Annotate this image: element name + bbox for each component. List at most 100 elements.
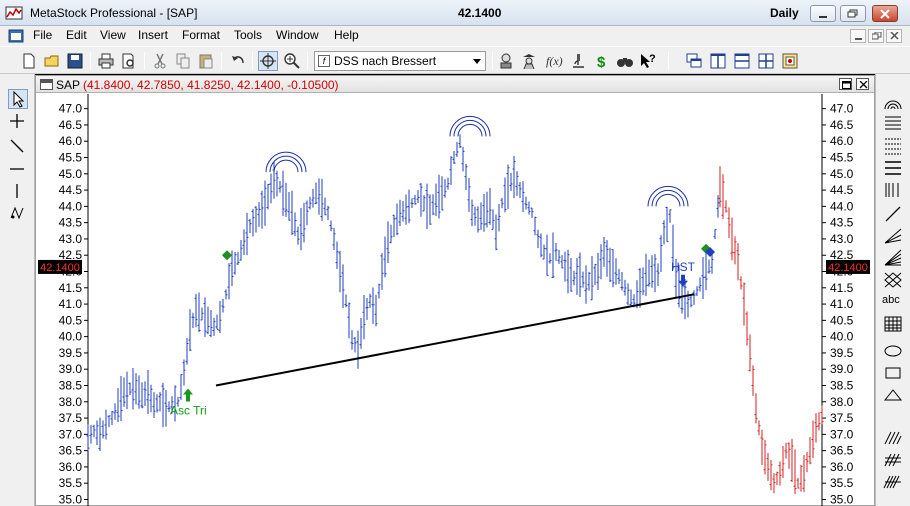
dropdown-arrow-icon: [473, 59, 481, 64]
fibonacci-arcs-tool[interactable]: [882, 92, 904, 112]
select-pointer-tool[interactable]: [8, 89, 28, 109]
cycle-tool-a[interactable]: [882, 427, 904, 447]
paste-button[interactable]: [197, 52, 215, 70]
dollar-icon: $: [597, 54, 606, 71]
left-axis-tick-label: 45.0: [59, 167, 83, 181]
channel-line-tool[interactable]: [882, 204, 904, 224]
left-axis-tick-label: 36.5: [59, 444, 83, 458]
help-glyph: ?: [649, 53, 656, 65]
right-axis-tick-label: 47.0: [830, 102, 854, 116]
close-icon: [890, 32, 899, 40]
text-tool[interactable]: abc: [882, 292, 904, 312]
toolbar-separator: [668, 52, 669, 70]
left-axis-tick-label: 43.0: [59, 232, 83, 246]
chart-caption-bar: SAP (41.8400, 42.7850, 41.8250, 42.1400,…: [36, 76, 874, 93]
chart-maximize-button[interactable]: [839, 78, 852, 90]
context-help-button[interactable]: ?: [639, 52, 657, 70]
new-button[interactable]: [20, 52, 38, 70]
mdi-minimize-button[interactable]: [850, 29, 866, 43]
pattern-label-ascending-triangle: Asc Tri: [170, 404, 207, 418]
save-button[interactable]: [66, 52, 84, 70]
explorer-button[interactable]: [497, 52, 515, 70]
chart-window-icon[interactable]: [40, 79, 53, 90]
vertical-line-tool[interactable]: [8, 182, 28, 202]
cycle-lines-tool[interactable]: [8, 204, 28, 224]
vertical-line-icon: [16, 184, 18, 198]
mdi-restore-button[interactable]: [868, 29, 884, 43]
menu-insert[interactable]: Insert: [138, 28, 168, 42]
toolbar-separator: [144, 52, 145, 70]
head-arc: [457, 123, 483, 137]
cycle-tool-b[interactable]: [882, 449, 904, 469]
mdi-close-button[interactable]: [886, 29, 902, 43]
left-axis-tick-label: 47.0: [59, 102, 83, 116]
menu-tools[interactable]: Tools: [234, 28, 262, 42]
main-toolbar: f DSS nach Bressert f(x) $ ?: [0, 46, 910, 74]
restore-button[interactable]: [840, 5, 866, 22]
menu-window[interactable]: Window: [276, 28, 319, 42]
right-axis-tick-label: 46.0: [830, 134, 854, 148]
expert-button[interactable]: [520, 52, 538, 70]
tirone-levels-tool[interactable]: [882, 158, 904, 178]
horizontal-line-tool[interactable]: [8, 160, 28, 180]
right-drawing-toolbar: abc: [875, 74, 910, 506]
rectangle-tool[interactable]: [882, 363, 904, 383]
minimize-button[interactable]: [810, 5, 836, 22]
tile-vertical-button[interactable]: [709, 52, 727, 70]
explorer-binoculars-button[interactable]: [616, 52, 634, 70]
left-axis-tick-label: 41.5: [59, 281, 83, 295]
cut-button[interactable]: [151, 52, 169, 70]
menu-file[interactable]: File: [33, 28, 52, 42]
menu-view[interactable]: View: [100, 28, 126, 42]
document-menu-icon[interactable]: [8, 28, 24, 44]
time-zones-tool[interactable]: [882, 180, 904, 200]
menu-bar: File Edit View Insert Format Tools Windo…: [0, 26, 910, 46]
andrews-pitchfork-tool[interactable]: [882, 270, 904, 290]
price-chart[interactable]: 47.0 47.0 46.5 46.5 46.0 46.0 45.5 45.5 45.0 45.0…: [36, 94, 874, 506]
tile-horizontal-button[interactable]: [733, 52, 751, 70]
fibonacci-retracement-tool[interactable]: [882, 114, 904, 134]
copy-button[interactable]: [174, 52, 192, 70]
tile-grid-button[interactable]: [757, 52, 775, 70]
close-button[interactable]: [872, 5, 898, 22]
print-button[interactable]: [97, 52, 115, 70]
neckline-trendline[interactable]: [215, 293, 695, 387]
grid-icon: [884, 316, 902, 332]
crosshair-button[interactable]: [258, 51, 278, 71]
speed-resistance-tool[interactable]: [882, 226, 904, 246]
metastock-app-icon[interactable]: [5, 4, 23, 22]
cascade-button[interactable]: [685, 52, 703, 70]
buy-arrow-icon: [183, 388, 193, 402]
trendline-tool[interactable]: [8, 137, 28, 157]
menu-help[interactable]: Help: [334, 28, 359, 42]
ellipse-icon: [884, 345, 902, 357]
paste-icon: [199, 54, 213, 69]
gann-fan-tool[interactable]: [882, 248, 904, 268]
system-tester-dollar-button[interactable]: $: [593, 52, 611, 71]
zoom-button[interactable]: [283, 52, 301, 70]
new-document-icon: [23, 53, 35, 69]
indicator-builder-button[interactable]: f(x): [545, 52, 563, 70]
plus-crosshair-icon: [10, 114, 24, 128]
binoculars-icon: [617, 58, 633, 67]
left-axis-tick-label: 35.5: [59, 476, 83, 490]
arrange-icons-button[interactable]: [781, 52, 799, 70]
grid-tool[interactable]: [882, 314, 904, 334]
expert-advisor-select[interactable]: f DSS nach Bressert: [314, 51, 486, 71]
system-tester-button[interactable]: [569, 52, 587, 70]
right-axis-tick-label: 38.0: [830, 395, 854, 409]
triangle-tool[interactable]: [882, 385, 904, 405]
open-button[interactable]: [43, 52, 61, 70]
chart-window[interactable]: SAP (41.8400, 42.7850, 41.8250, 42.1400,…: [35, 75, 875, 506]
last-price-label-right: 42.1400: [828, 262, 868, 274]
cycle-tool-c[interactable]: [882, 471, 904, 491]
right-shoulder-arc: [647, 185, 689, 207]
quadrant-lines-tool[interactable]: [882, 136, 904, 156]
crosshair-draw-tool[interactable]: [8, 112, 28, 132]
chart-close-button[interactable]: [856, 78, 869, 90]
menu-format[interactable]: Format: [182, 28, 220, 42]
menu-edit[interactable]: Edit: [66, 28, 87, 42]
undo-button[interactable]: [229, 52, 247, 70]
print-preview-button[interactable]: [120, 52, 138, 70]
ellipse-tool[interactable]: [882, 341, 904, 361]
